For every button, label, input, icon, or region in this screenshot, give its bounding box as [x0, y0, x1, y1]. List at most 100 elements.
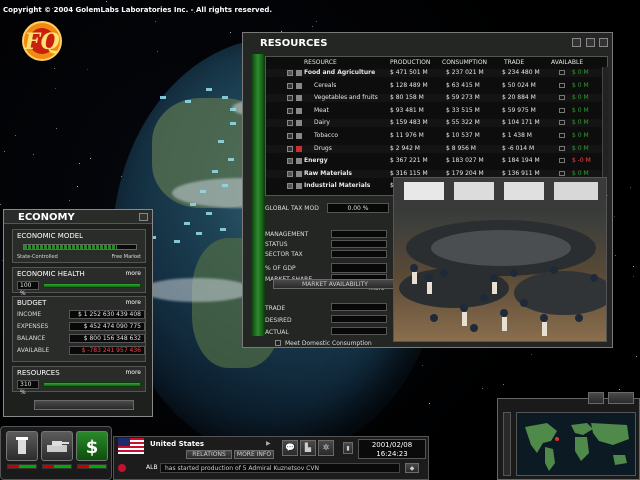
resource-name: Drugs — [314, 144, 332, 152]
economy-icon[interactable]: $ — [76, 431, 108, 461]
free-market-label: Free Market — [111, 254, 141, 260]
minimap[interactable] — [516, 412, 636, 476]
relations-button[interactable]: RELATIONS — [186, 450, 232, 459]
status-dropdown[interactable] — [331, 240, 387, 248]
resource-checkbox[interactable] — [287, 183, 293, 190]
cloud — [142, 278, 252, 302]
resource-checkbox[interactable] — [287, 107, 293, 114]
trade-edit-icon[interactable] — [559, 158, 565, 164]
military-icon[interactable] — [41, 431, 73, 461]
country-flag[interactable] — [118, 438, 144, 454]
military-unit[interactable] — [206, 212, 212, 215]
sector-tax-field[interactable] — [331, 250, 387, 258]
zoom-slider[interactable] — [503, 412, 511, 476]
trade-edit-icon[interactable] — [559, 95, 565, 101]
col-consumption: CONSUMPTION — [442, 59, 488, 66]
market-availability-button[interactable]: MARKET AVAILABILITY — [273, 279, 397, 289]
trade-edit-icon[interactable] — [559, 120, 565, 126]
trade-value: $ 234 480 M — [502, 69, 540, 76]
trade-edit-icon[interactable] — [559, 133, 565, 138]
resource-checkbox[interactable] — [287, 70, 293, 76]
close-icon[interactable] — [139, 213, 148, 221]
resource-checkbox[interactable] — [287, 120, 293, 127]
budget-more-link[interactable]: more — [125, 299, 141, 306]
table-row[interactable]: Energy $ 367 221 M $ 183 027 M $ 184 194 M $… — [266, 157, 607, 165]
military-unit[interactable] — [218, 140, 224, 143]
resource-checkbox[interactable] — [287, 82, 293, 89]
more-info-button[interactable]: MORE INFO — [234, 450, 274, 459]
table-row[interactable]: Vegetables and fruits $ 80 158 M $ 59 273 … — [266, 94, 607, 102]
table-row[interactable]: Dairy $ 159 483 M $ 55 322 M $ 104 171 M $ 0… — [266, 119, 607, 127]
military-unit[interactable] — [222, 96, 228, 99]
pause-icon[interactable]: ▮ — [343, 442, 353, 454]
trade-edit-icon[interactable] — [559, 145, 565, 151]
desired-field[interactable] — [331, 315, 387, 323]
military-unit[interactable] — [206, 88, 212, 91]
military-unit[interactable] — [184, 222, 190, 225]
resource-checkbox[interactable] — [287, 133, 293, 139]
global-tax-field[interactable]: 0.00 % — [327, 203, 389, 213]
country-dropdown-icon[interactable]: ▶ — [266, 440, 271, 447]
resource-checkbox[interactable] — [287, 145, 293, 152]
trade-value: $ 104 171 M — [502, 119, 540, 127]
military-unit[interactable] — [200, 190, 206, 193]
gear-icon[interactable]: ✲ — [318, 440, 334, 456]
table-row[interactable]: Tobacco $ 11 976 M $ 10 537 M $ 1 438 M $ 0 … — [266, 132, 607, 140]
military-unit[interactable] — [185, 100, 191, 103]
star — [56, 128, 57, 129]
production-value: $ 471 501 M — [390, 69, 428, 76]
star — [482, 388, 483, 389]
global-tax-label: GLOBAL TAX MOD — [265, 205, 319, 212]
economic-model-slider[interactable] — [23, 244, 137, 250]
military-unit[interactable] — [174, 240, 180, 243]
economy-action-button[interactable] — [34, 400, 134, 410]
trade-edit-icon[interactable] — [559, 107, 565, 113]
health-more-link[interactable]: more — [125, 270, 141, 277]
table-row[interactable]: Cereals $ 128 489 M $ 63 415 M $ 50 024 M $ … — [266, 82, 607, 90]
military-unit[interactable] — [196, 232, 202, 235]
management-label: MANAGEMENT — [265, 231, 309, 238]
military-unit[interactable] — [228, 158, 234, 161]
trade-edit-icon[interactable] — [559, 170, 565, 176]
table-row[interactable]: Drugs $ 2 942 M $ 8 956 M $ -6 014 M $ 0 M — [266, 145, 607, 153]
politics-icon[interactable] — [6, 431, 38, 461]
resources-window: RESOURCES RESOURCE PRODUCTION CONSUMPTIO… — [242, 32, 613, 348]
news-ticker[interactable]: has started production of 5 Admiral Kuzn… — [160, 463, 400, 473]
resources-title: RESOURCES — [260, 38, 328, 49]
table-row[interactable]: Food and Agriculture $ 471 501 M $ 237 021… — [266, 69, 607, 77]
meet-consumption-checkbox[interactable] — [275, 340, 281, 346]
news-flag-icon — [118, 464, 126, 472]
resources-summary-title: RESOURCES — [17, 369, 60, 377]
consumption-value: $ 237 021 M — [446, 69, 484, 76]
news-expand-icon[interactable]: ◆ — [405, 463, 419, 473]
budget-value: $ 452 474 090 775 — [69, 322, 145, 331]
resource-checkbox[interactable] — [287, 170, 293, 177]
military-unit[interactable] — [230, 122, 236, 125]
resource-checkbox[interactable] — [287, 158, 293, 165]
resource-checkbox[interactable] — [287, 95, 293, 102]
close-icon[interactable] — [599, 38, 608, 47]
military-unit[interactable] — [222, 184, 228, 187]
resource-icon — [296, 158, 302, 165]
trade-edit-icon[interactable] — [559, 70, 565, 75]
country-name[interactable]: United States — [150, 440, 204, 448]
military-unit[interactable] — [212, 170, 218, 173]
consumption-value: $ 10 537 M — [446, 132, 480, 139]
search-icon[interactable] — [608, 392, 634, 404]
table-scrollbar[interactable] — [602, 67, 608, 195]
table-row[interactable]: Meat $ 93 481 M $ 33 515 M $ 59 975 M $ 0 M — [266, 107, 607, 115]
military-unit[interactable] — [220, 228, 226, 231]
management-dropdown[interactable] — [331, 230, 387, 238]
trade-dropdown[interactable] — [331, 303, 387, 311]
edit-icon[interactable] — [572, 38, 581, 47]
chart-icon[interactable]: ▙ — [300, 440, 316, 456]
consumption-value: $ 55 322 M — [446, 119, 480, 127]
resources-more-link[interactable]: more — [125, 369, 141, 376]
military-unit[interactable] — [230, 108, 236, 111]
minimize-icon[interactable] — [586, 38, 595, 47]
military-unit[interactable] — [190, 203, 196, 206]
save-icon[interactable] — [588, 392, 604, 404]
trade-edit-icon[interactable] — [559, 82, 565, 88]
chat-icon[interactable]: 💬 — [282, 440, 298, 456]
military-unit[interactable] — [160, 96, 166, 99]
